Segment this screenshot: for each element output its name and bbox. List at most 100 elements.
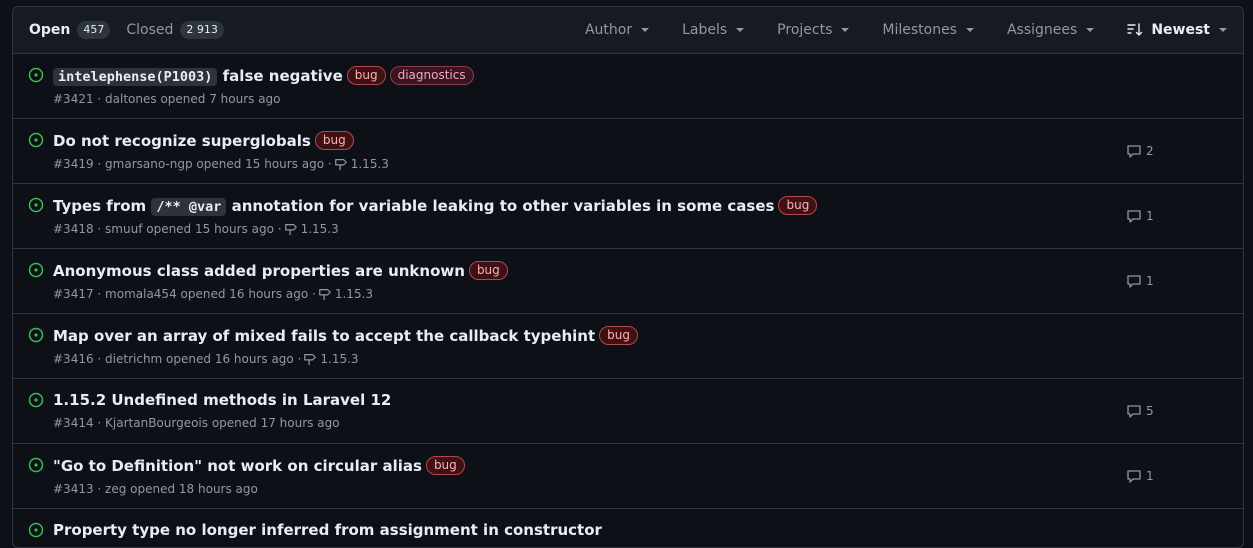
issue-row: Do not recognize superglobals bug #3419 …	[13, 119, 1243, 184]
issue-row: intelephense(P1003) false negative bug d…	[13, 54, 1243, 119]
issue-meta: #3419 · gmarsano-ngp opened 15 hours ago…	[53, 157, 1243, 171]
milestone-label: 1.15.3	[300, 222, 339, 236]
issue-meta: #3416 · dietrichm opened 16 hours ago · …	[53, 352, 1243, 366]
issue-title-link[interactable]: 1.15.2 Undefined methods in Laravel 12	[53, 391, 391, 409]
issue-row: Map over an array of mixed fails to acce…	[13, 314, 1243, 379]
label-bug[interactable]: bug	[778, 196, 818, 215]
label-bug[interactable]: bug	[314, 131, 354, 150]
chevron-down-icon	[841, 28, 850, 32]
milestone-label: 1.15.3	[350, 157, 389, 171]
closed-count-badge: 2 913	[180, 21, 224, 39]
issue-meta-text: #3417 · momala454 opened 16 hours ago ·	[53, 287, 316, 301]
milestones-filter-label: Milestones	[882, 22, 957, 38]
label-diagnostics[interactable]: diagnostics	[389, 66, 474, 85]
issue-opened-icon	[28, 197, 44, 217]
milestone-icon	[334, 159, 347, 171]
issue-title-link[interactable]: Map over an array of mixed fails to acce…	[53, 327, 595, 345]
milestone-link[interactable]: 1.15.3	[284, 222, 339, 236]
chevron-down-icon	[736, 28, 745, 32]
comment-icon	[1127, 145, 1141, 158]
open-label: Open	[29, 22, 71, 38]
comments-link[interactable]: 1	[1126, 208, 1154, 224]
issue-title-link[interactable]: Types from /** @var annotation for varia…	[53, 196, 775, 216]
issue-opened-icon	[28, 457, 44, 477]
issue-meta-text: #3419 · gmarsano-ngp opened 15 hours ago…	[53, 157, 332, 171]
comment-count: 2	[1146, 144, 1154, 158]
issue-opened-icon	[28, 327, 44, 347]
comments-link[interactable]: 5	[1126, 403, 1154, 419]
chevron-down-icon	[641, 28, 650, 32]
sort-label: Newest	[1151, 22, 1210, 38]
assignees-filter[interactable]: Assignees	[1006, 22, 1095, 38]
label-bug[interactable]: bug	[599, 326, 638, 345]
sort-desc-icon	[1127, 22, 1143, 38]
comment-count: 1	[1146, 274, 1154, 288]
label-bug[interactable]: bug	[425, 456, 465, 475]
milestone-icon	[318, 289, 331, 301]
issue-meta: #3417 · momala454 opened 16 hours ago · …	[53, 287, 1243, 301]
milestones-filter[interactable]: Milestones	[882, 22, 974, 38]
assignees-filter-label: Assignees	[1006, 22, 1078, 38]
issue-title-code: /** @var	[151, 197, 227, 216]
issue-opened-icon	[28, 522, 44, 542]
projects-filter-label: Projects	[777, 22, 833, 38]
author-filter[interactable]: Author	[584, 22, 650, 38]
comment-icon	[1127, 405, 1141, 418]
closed-label: Closed	[126, 22, 174, 38]
chevron-down-icon	[965, 28, 974, 32]
chevron-down-icon	[1219, 28, 1227, 32]
comment-count: 1	[1146, 469, 1154, 483]
milestone-label: 1.15.3	[334, 287, 374, 301]
issue-meta: #3418 · smuuf opened 15 hours ago · 1.15…	[53, 222, 1243, 236]
open-issues-tab[interactable]: Open 457	[29, 21, 111, 39]
issue-title-link[interactable]: "Go to Definition" not work on circular …	[53, 457, 422, 475]
milestone-link[interactable]: 1.15.3	[334, 157, 389, 171]
comments-link[interactable]: 1	[1126, 468, 1154, 484]
labels-filter[interactable]: Labels	[682, 22, 745, 38]
issue-meta: #3421 · daltones opened 7 hours ago	[53, 92, 281, 106]
issue-row: 1.15.2 Undefined methods in Laravel 12 #…	[13, 379, 1243, 444]
label-bug[interactable]: bug	[346, 66, 386, 85]
open-count-badge: 457	[77, 21, 111, 39]
issue-meta-text: #3418 · smuuf opened 15 hours ago ·	[53, 222, 282, 236]
issue-title-link[interactable]: intelephense(P1003) false negative	[53, 66, 343, 86]
comments-link[interactable]: 2	[1126, 143, 1154, 159]
issues-list-box: Open 457 Closed 2 913 Author Labels Proj…	[12, 6, 1244, 548]
issue-meta: #3414 · KjartanBourgeois opened 17 hours…	[53, 416, 340, 430]
comment-count: 5	[1146, 404, 1154, 418]
milestone-icon	[284, 224, 297, 236]
comment-icon	[1127, 275, 1141, 288]
closed-issues-tab[interactable]: Closed 2 913	[126, 21, 224, 39]
milestone-link[interactable]: 1.15.3	[318, 287, 373, 301]
issue-row: Types from /** @var annotation for varia…	[13, 184, 1243, 249]
issue-meta-text: #3416 · dietrichm opened 16 hours ago ·	[53, 352, 302, 366]
issues-list-header: Open 457 Closed 2 913 Author Labels Proj…	[13, 7, 1243, 54]
issue-title-link[interactable]: Anonymous class added properties are unk…	[53, 262, 465, 280]
milestone-label: 1.15.3	[320, 352, 359, 366]
issue-title-text: false negative	[217, 66, 343, 85]
comment-count: 1	[1146, 209, 1154, 223]
label-bug[interactable]: bug	[468, 261, 508, 280]
issue-title-link[interactable]: Property type no longer inferred from as…	[53, 521, 602, 539]
issue-opened-icon	[28, 392, 44, 412]
issue-row: Anonymous class added properties are unk…	[13, 249, 1243, 314]
milestone-link[interactable]: 1.15.3	[303, 352, 359, 366]
issue-opened-icon	[28, 132, 44, 152]
issue-title-link[interactable]: Do not recognize superglobals	[53, 132, 311, 150]
milestone-icon	[304, 354, 317, 366]
issue-title-text: Types from	[53, 196, 152, 215]
issue-opened-icon	[28, 262, 44, 282]
issue-row: Property type no longer inferred from as…	[13, 509, 1243, 547]
issue-row: "Go to Definition" not work on circular …	[13, 444, 1243, 509]
issue-title-code: intelephense(P1003)	[53, 67, 218, 86]
chevron-down-icon	[1086, 28, 1095, 32]
author-filter-label: Author	[584, 22, 633, 38]
comment-icon	[1127, 470, 1141, 483]
projects-filter[interactable]: Projects	[777, 22, 850, 38]
comment-icon	[1127, 210, 1141, 223]
issue-title-text: annotation for variable leaking to other…	[226, 196, 775, 215]
sort-dropdown[interactable]: Newest	[1127, 22, 1227, 38]
labels-filter-label: Labels	[682, 22, 728, 38]
comments-link[interactable]: 1	[1126, 273, 1154, 289]
issue-meta: #3413 · zeg opened 18 hours ago	[53, 482, 258, 496]
